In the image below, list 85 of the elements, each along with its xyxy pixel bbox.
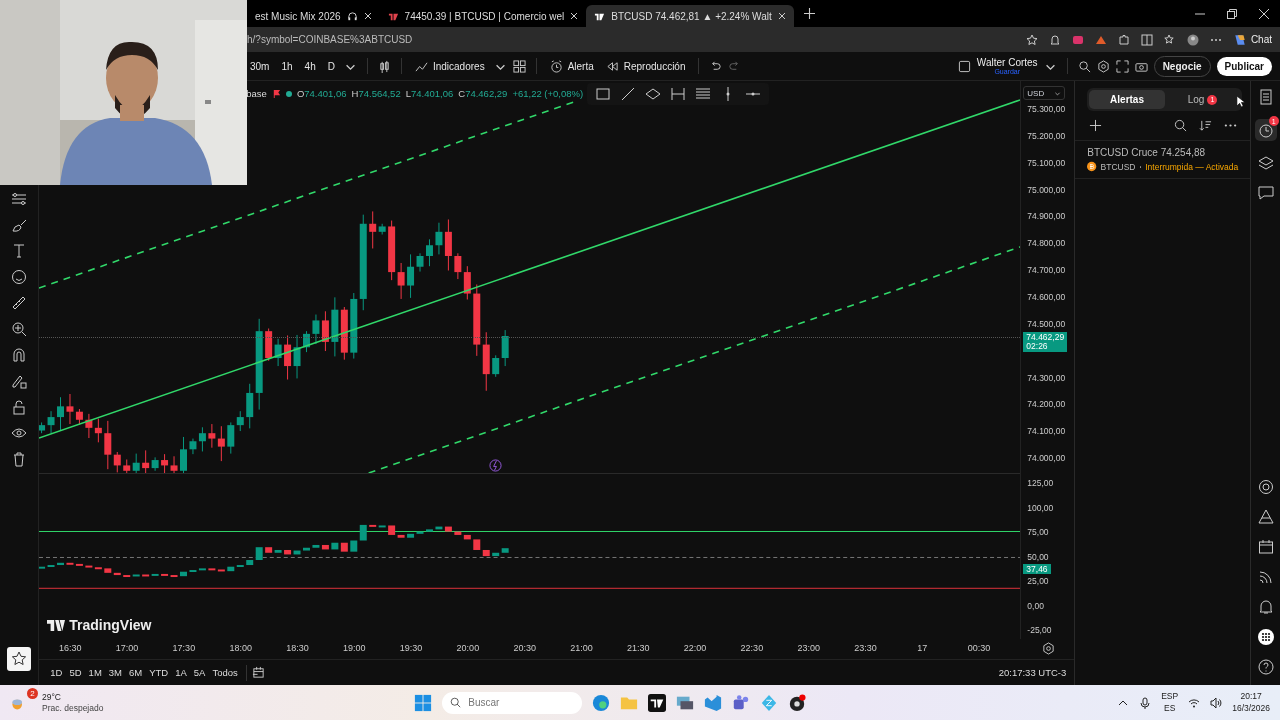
alert-status: Interrumpida — Activada bbox=[1145, 161, 1239, 172]
time-tick: 23:00 bbox=[796, 643, 821, 653]
range-button[interactable]: 1A bbox=[172, 665, 190, 680]
indicators-button[interactable]: Indicadores bbox=[411, 57, 488, 75]
time-tick: 21:00 bbox=[569, 643, 594, 653]
oscillator-tick: 125,00 bbox=[1027, 478, 1054, 488]
price-tick: 74.000,00 bbox=[1027, 453, 1066, 464]
price-tick: 74.600,00 bbox=[1027, 291, 1066, 302]
currency-select[interactable]: USD bbox=[1023, 86, 1066, 100]
browser-tab[interactable]: est Music Mix 2026 bbox=[247, 5, 380, 27]
price-tag: 74.462,29 02:26 bbox=[1023, 332, 1068, 352]
range-button[interactable]: 1D bbox=[47, 665, 66, 680]
time-tick: 21:30 bbox=[626, 643, 651, 653]
time-tick: 00:30 bbox=[966, 643, 992, 653]
range-button[interactable]: 6M bbox=[126, 665, 146, 680]
layout-name[interactable]: Walter Cortes bbox=[976, 57, 1038, 68]
ohlc-value: H74.564,52 bbox=[351, 88, 401, 99]
price-change: +61,22 (+0,08%) bbox=[512, 88, 584, 99]
trade-button[interactable]: Negocie bbox=[1153, 55, 1211, 77]
price-tick: 75.100,00 bbox=[1027, 157, 1066, 168]
time-tick: 19:00 bbox=[342, 643, 367, 653]
time-tick: 17:30 bbox=[171, 643, 197, 653]
taskbar-time[interactable]: 20:17 bbox=[1240, 691, 1262, 703]
publish-button[interactable]: Publicar bbox=[1216, 56, 1272, 76]
symbol-label[interactable]: base bbox=[246, 88, 267, 99]
time-tick: 18:00 bbox=[228, 643, 253, 653]
alert-title: BTCUSD Cruce 74.254,88 bbox=[1087, 147, 1207, 158]
alert-item[interactable]: BTCUSD Cruce 74.254,88 BTCUSD Interrumpida — Activada bbox=[1075, 141, 1251, 179]
search-field[interactable]: Buscar bbox=[442, 691, 583, 714]
range-button[interactable]: Todos bbox=[209, 665, 241, 680]
taskbar-date[interactable]: 16/3/2026 bbox=[1232, 702, 1270, 714]
time-tick: 23:30 bbox=[853, 643, 878, 653]
oscillator-tick: 25,00 bbox=[1027, 576, 1049, 586]
language-label[interactable]: ESP bbox=[1161, 691, 1179, 703]
address-field[interactable]: h/?symbol=COINBASE%3ABTCUSD bbox=[247, 34, 413, 45]
oscillator-tick: 0,00 bbox=[1027, 600, 1044, 611]
clock-time[interactable]: 20:17:33 UTC-3 bbox=[998, 667, 1067, 678]
price-tick: 74.900,00 bbox=[1027, 211, 1066, 222]
range-button[interactable]: 3M bbox=[105, 665, 125, 680]
range-button[interactable]: 1M bbox=[85, 665, 105, 680]
price-tick: 75.200,00 bbox=[1027, 130, 1066, 141]
oscillator-tag: 37,46 bbox=[1023, 564, 1051, 575]
interval-button[interactable]: 1h bbox=[278, 58, 296, 74]
time-tick: 17:00 bbox=[114, 643, 140, 653]
oscillator-tick: 50,00 bbox=[1027, 551, 1049, 562]
alert-button[interactable]: Alerta bbox=[546, 57, 597, 75]
time-tick: 22:00 bbox=[682, 643, 708, 653]
chart-logo[interactable]: TradingView bbox=[47, 617, 152, 633]
ohlc-value: L74.401,06 bbox=[405, 88, 454, 99]
interval-button[interactable]: D bbox=[324, 58, 338, 74]
time-tick: 16:30 bbox=[58, 643, 83, 653]
interval-button[interactable]: 4h bbox=[301, 58, 319, 74]
alert-symbol: BTCUSD bbox=[1100, 161, 1136, 172]
time-tick: 22:30 bbox=[739, 643, 765, 653]
browser-tab[interactable]: 74450.39 | BTCUSD | Comercio wel bbox=[379, 5, 587, 27]
oscillator-tick: 100,00 bbox=[1027, 502, 1054, 513]
time-tick: 17 bbox=[916, 643, 929, 653]
time-tick: 18:30 bbox=[285, 643, 310, 653]
time-tick: 19:30 bbox=[398, 643, 424, 653]
chat-button[interactable]: Chat bbox=[1232, 32, 1272, 47]
price-tick: 74.700,00 bbox=[1027, 265, 1066, 276]
oscillator-tick: -25,00 bbox=[1027, 625, 1052, 635]
price-tick: 75.000,00 bbox=[1027, 184, 1066, 195]
oscillator-tick: 75,00 bbox=[1027, 527, 1049, 537]
range-button[interactable]: 5D bbox=[66, 665, 85, 680]
time-tick: 20:00 bbox=[455, 643, 481, 653]
price-tick: 74.800,00 bbox=[1027, 238, 1066, 249]
panel-tab[interactable]: Alertas bbox=[1089, 90, 1165, 109]
range-button[interactable]: 5A bbox=[190, 665, 209, 680]
ohlc-value: O74.401,06 bbox=[296, 88, 347, 99]
notification-badge: 2 bbox=[27, 688, 38, 699]
price-tick: 74.300,00 bbox=[1027, 372, 1066, 383]
replay-button[interactable]: Reproducción bbox=[602, 57, 689, 75]
interval-button[interactable]: 30m bbox=[247, 58, 273, 74]
price-tick: 74.500,00 bbox=[1027, 318, 1066, 329]
price-tick: 74.100,00 bbox=[1027, 426, 1066, 437]
browser-tab[interactable]: BTCUSD 74.462,81 ▲ +2.24% Walt bbox=[586, 5, 794, 27]
ohlc-value: C74.462,29 bbox=[458, 88, 508, 99]
keyboard-layout-label[interactable]: ES bbox=[1164, 702, 1176, 714]
temperature[interactable]: 29°C bbox=[42, 692, 104, 703]
price-tick: 74.200,00 bbox=[1027, 399, 1066, 410]
price-tick: 75.300,00 bbox=[1027, 104, 1066, 114]
range-button[interactable]: YTD bbox=[146, 665, 172, 680]
time-tick: 20:30 bbox=[512, 643, 537, 653]
weather-description[interactable]: Prac. despejado bbox=[42, 702, 104, 713]
